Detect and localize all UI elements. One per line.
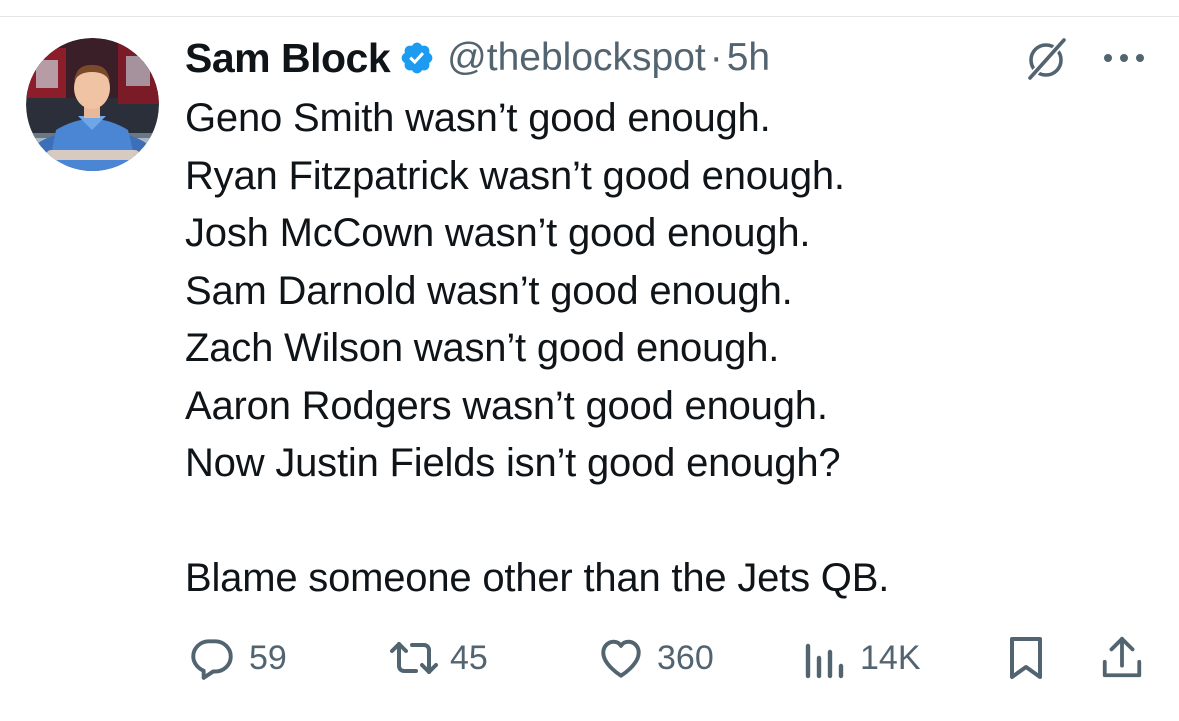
reply-bubble-icon: [187, 633, 237, 683]
share-upload-icon: [1099, 633, 1145, 683]
tweet-line: Geno Smith wasn’t good enough.: [185, 96, 771, 140]
avatar[interactable]: [26, 38, 159, 171]
tweet-line: Blame someone other than the Jets QB.: [185, 556, 890, 600]
bookmark-button[interactable]: [1006, 630, 1046, 686]
separator-dot: ·: [709, 36, 723, 79]
tweet-line: Zach Wilson wasn’t good enough.: [185, 326, 780, 370]
heart-icon: [595, 633, 647, 683]
like-button[interactable]: 360: [595, 630, 714, 686]
views-bar-chart-icon: [802, 633, 846, 683]
tweet-line: Sam Darnold wasn’t good enough.: [185, 268, 793, 313]
repost-button[interactable]: 45: [386, 630, 488, 686]
repost-arrows-icon: [386, 633, 442, 683]
more-dots-icon[interactable]: [1100, 40, 1148, 76]
reply-button[interactable]: 59: [187, 630, 287, 686]
grok-icon[interactable]: [1022, 34, 1072, 84]
reply-count: 59: [249, 638, 287, 677]
handle[interactable]: @theblockspot: [447, 36, 706, 80]
tweet-line: Josh McCown wasn’t good enough.: [185, 211, 811, 255]
views-button[interactable]: 14K: [802, 630, 921, 686]
repost-count: 45: [450, 638, 488, 677]
tweet-line: Now Justin Fields isn’t good enough?: [185, 441, 841, 485]
tweet-line: Aaron Rodgers wasn’t good enough.: [185, 383, 828, 428]
views-count: 14K: [860, 638, 921, 677]
share-button[interactable]: [1099, 630, 1145, 686]
tweet-card[interactable]: Sam Block @theblockspot · 5h Geno Smith …: [0, 0, 1179, 721]
display-name[interactable]: Sam Block: [185, 35, 391, 82]
divider: [0, 16, 1179, 17]
timestamp[interactable]: 5h: [727, 36, 770, 80]
action-bar: 59 45 360 14K: [0, 630, 1179, 686]
verified-badge-icon[interactable]: [399, 40, 435, 76]
tweet-line: Ryan Fitzpatrick wasn’t good enough.: [185, 153, 845, 198]
tweet-header: Sam Block @theblockspot · 5h: [185, 30, 770, 86]
like-count: 360: [657, 638, 714, 677]
tweet-text: Geno Smith wasn’t good enough. Ryan Fitz…: [185, 90, 1145, 608]
bookmark-icon: [1006, 633, 1046, 683]
